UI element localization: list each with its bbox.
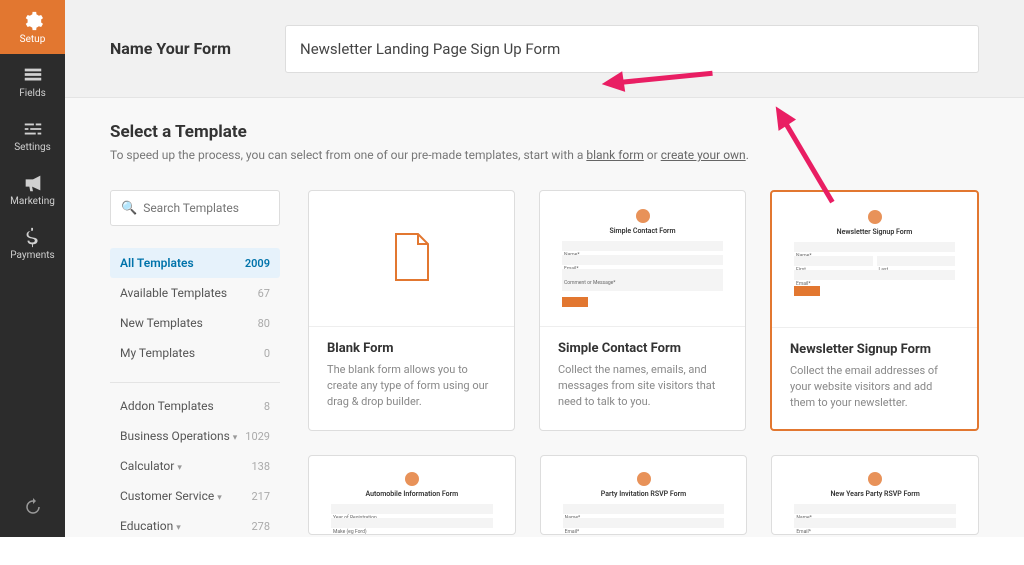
template-card-newsletter[interactable]: Newsletter Signup Form Name* FirstLast E…	[770, 190, 979, 431]
card-info: Blank Form The blank form allows you to …	[309, 326, 514, 428]
category-business[interactable]: Business Operations▾ 1029	[110, 421, 280, 451]
category-calculator[interactable]: Calculator▾ 138	[110, 451, 280, 481]
blank-file-icon	[392, 232, 432, 286]
card-row: Automobile Information Form Year of Regi…	[308, 455, 979, 535]
main-content: Name Your Form Select a Template To spee…	[65, 0, 1024, 537]
mini-form-preview: Simple Contact Form Name* Email* Comment…	[550, 201, 735, 316]
card-title: Simple Contact Form	[558, 341, 727, 356]
chevron-down-icon: ▾	[217, 493, 222, 503]
form-name-input[interactable]	[285, 25, 979, 73]
category-count: 0	[264, 347, 270, 360]
chevron-down-icon: ▾	[233, 433, 238, 443]
category-count: 278	[251, 520, 270, 533]
card-desc: Collect the email addresses of your webs…	[790, 363, 959, 411]
template-card-partial[interactable]: New Years Party RSVP Form Name* Email*	[771, 455, 979, 535]
search-input[interactable]	[143, 201, 269, 215]
content-row: 🔍 All Templates 2009 Available Templates…	[110, 190, 979, 541]
templates-grid: Blank Form The blank form allows you to …	[308, 190, 979, 541]
category-count: 2009	[245, 257, 270, 270]
template-card-partial[interactable]: Automobile Information Form Year of Regi…	[308, 455, 516, 535]
categories-column: 🔍 All Templates 2009 Available Templates…	[110, 190, 280, 541]
link-create-own[interactable]: create your own	[661, 148, 746, 162]
nav-label: Fields	[19, 88, 46, 99]
category-label: Customer Service▾	[120, 489, 222, 503]
category-label: Calculator▾	[120, 459, 182, 473]
gear-icon	[22, 10, 44, 32]
template-card-contact[interactable]: Simple Contact Form Name* Email* Comment…	[539, 190, 746, 431]
category-my[interactable]: My Templates 0	[110, 338, 280, 368]
sliders-icon	[22, 118, 44, 140]
nav-label: Marketing	[10, 196, 55, 207]
templates-area: Select a Template To speed up the proces…	[65, 98, 1024, 565]
category-label: Education▾	[120, 519, 181, 533]
template-card-blank[interactable]: Blank Form The blank form allows you to …	[308, 190, 515, 431]
bullhorn-icon	[22, 172, 44, 194]
nav-fields[interactable]: Fields	[0, 54, 65, 108]
category-group-main: All Templates 2009 Available Templates 6…	[110, 248, 280, 368]
category-label: Business Operations▾	[120, 429, 237, 443]
card-info: Newsletter Signup Form Collect the email…	[772, 327, 977, 429]
mini-form-preview: Automobile Information Form Year of Regi…	[319, 464, 505, 535]
dollar-icon	[22, 226, 44, 248]
category-count: 1029	[245, 430, 270, 443]
section-title: Select a Template	[110, 122, 979, 142]
card-desc: Collect the names, emails, and messages …	[558, 362, 727, 410]
list-icon	[22, 64, 44, 86]
category-label: Addon Templates	[120, 399, 214, 413]
mini-form-preview: Newsletter Signup Form Name* FirstLast E…	[782, 202, 967, 317]
card-info: Simple Contact Form Collect the names, e…	[540, 326, 745, 428]
name-label: Name Your Form	[110, 39, 285, 58]
history-icon	[24, 498, 42, 516]
category-divider	[110, 382, 280, 383]
category-label: All Templates	[120, 256, 194, 270]
link-blank-form[interactable]: blank form	[586, 148, 643, 162]
category-label: New Templates	[120, 316, 203, 330]
template-card-partial[interactable]: Party Invitation RSVP Form Name* Email*	[540, 455, 748, 535]
card-row: Blank Form The blank form allows you to …	[308, 190, 979, 431]
nav-marketing[interactable]: Marketing	[0, 162, 65, 216]
category-label: Available Templates	[120, 286, 227, 300]
nav-settings[interactable]: Settings	[0, 108, 65, 162]
mini-form-preview: Party Invitation RSVP Form Name* Email*	[551, 464, 737, 535]
category-label: My Templates	[120, 346, 195, 360]
category-available[interactable]: Available Templates 67	[110, 278, 280, 308]
category-count: 138	[251, 460, 270, 473]
card-desc: The blank form allows you to create any …	[327, 362, 496, 410]
nav-label: Setup	[20, 34, 46, 45]
category-all-templates[interactable]: All Templates 2009	[110, 248, 280, 278]
section-subtitle: To speed up the process, you can select …	[110, 148, 979, 162]
nav-label: Payments	[10, 250, 54, 261]
chevron-down-icon: ▾	[176, 523, 181, 533]
card-title: Blank Form	[327, 341, 496, 356]
sidebar: Setup Fields Settings Marketing Payments	[0, 0, 65, 537]
category-count: 8	[264, 400, 270, 413]
category-count: 217	[251, 490, 270, 503]
category-count: 80	[258, 317, 270, 330]
card-title: Newsletter Signup Form	[790, 342, 959, 357]
category-group-addon: Addon Templates 8 Business Operations▾ 1…	[110, 391, 280, 541]
category-count: 67	[258, 287, 270, 300]
card-preview: Simple Contact Form Name* Email* Comment…	[540, 191, 745, 326]
nav-label: Settings	[14, 142, 51, 153]
search-box[interactable]: 🔍	[110, 190, 280, 226]
history-button[interactable]	[0, 487, 65, 527]
name-bar: Name Your Form	[65, 0, 1024, 98]
nav-setup[interactable]: Setup	[0, 0, 65, 54]
nav-payments[interactable]: Payments	[0, 216, 65, 270]
category-new[interactable]: New Templates 80	[110, 308, 280, 338]
category-customer-service[interactable]: Customer Service▾ 217	[110, 481, 280, 511]
search-icon: 🔍	[121, 201, 137, 216]
card-preview	[309, 191, 514, 326]
card-preview: Newsletter Signup Form Name* FirstLast E…	[772, 192, 977, 327]
category-addon[interactable]: Addon Templates 8	[110, 391, 280, 421]
chevron-down-icon: ▾	[177, 463, 182, 473]
mini-form-preview: New Years Party RSVP Form Name* Email*	[782, 464, 968, 535]
